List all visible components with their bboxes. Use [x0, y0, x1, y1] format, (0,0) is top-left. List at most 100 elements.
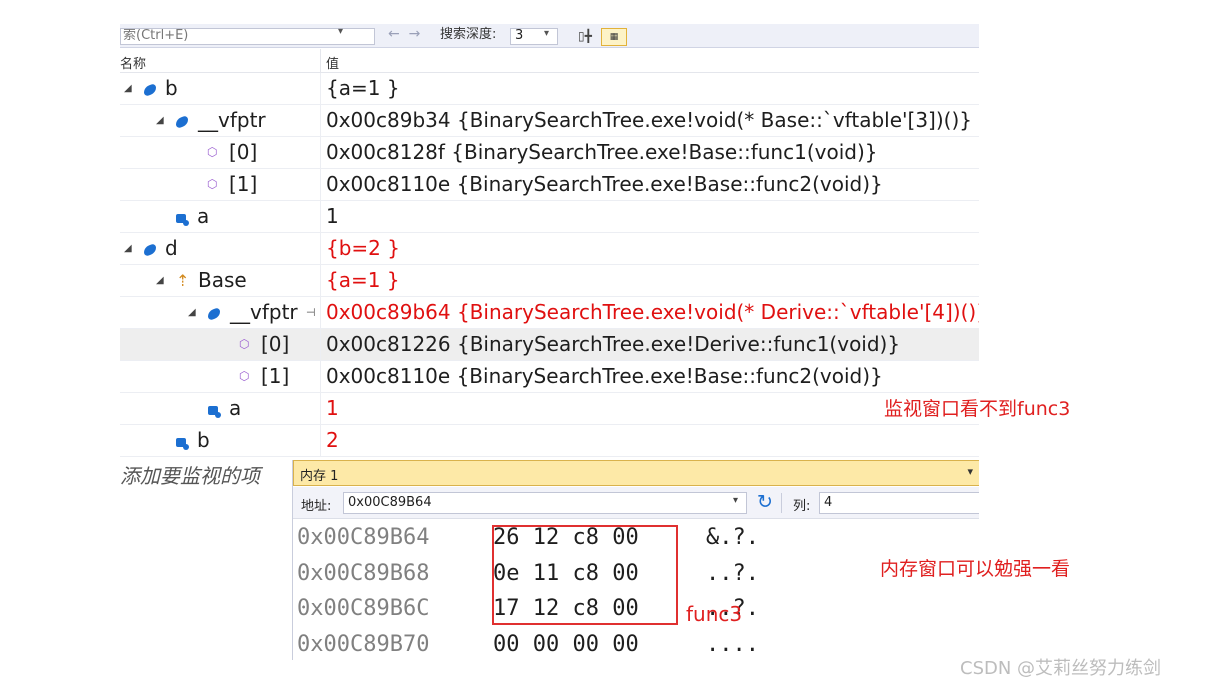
memory-ascii[interactable]: ....	[706, 627, 759, 660]
variable-name: b	[197, 428, 210, 452]
search-input[interactable]: 索(Ctrl+E)	[120, 28, 375, 45]
address-input[interactable]: 0x00C89B64	[343, 492, 747, 514]
value-cell[interactable]: 1	[320, 201, 979, 232]
watch-row[interactable]: ◢ b {a=1 }	[120, 73, 979, 105]
search-depth-label: 搜索深度:	[440, 27, 497, 42]
value-cell[interactable]: 0x00c8110e {BinarySearchTree.exe!Base::f…	[320, 169, 979, 200]
field-icon	[176, 425, 189, 456]
name-cell: ⬡ [0]	[120, 329, 320, 360]
variable-name: b	[165, 76, 178, 100]
search-dropdown-icon[interactable]: ▾	[338, 26, 343, 37]
member-cube-icon: ⬡	[239, 337, 250, 351]
search-depth-input[interactable]: 3	[510, 28, 558, 45]
search-depth-dropdown-icon[interactable]: ▾	[544, 28, 549, 39]
object-icon	[144, 73, 156, 104]
view-toggle-icon[interactable]: ▦	[601, 28, 627, 46]
expand-triangle-icon[interactable]: ◢	[156, 265, 164, 296]
value-cell[interactable]: 0x00c8128f {BinarySearchTree.exe!Base::f…	[320, 137, 979, 168]
variable-name: __vfptr	[198, 108, 266, 132]
expand-triangle-icon[interactable]: ◢	[124, 73, 132, 104]
name-cell: ◢ __vfptr ⊣	[120, 297, 320, 328]
variable-name: a	[229, 396, 242, 420]
vtable-bytes-highlight-box	[492, 525, 678, 625]
watch-row[interactable]: b 2	[120, 425, 979, 457]
object-icon	[208, 297, 220, 328]
member-cube-icon: ⬡	[207, 177, 218, 191]
variable-name: [1]	[229, 172, 258, 196]
memory-title: 内存 1	[300, 469, 339, 484]
address-label: 地址:	[301, 499, 332, 514]
object-icon	[176, 105, 188, 136]
value-cell[interactable]: 0x00c8110e {BinarySearchTree.exe!Base::f…	[320, 361, 979, 392]
value-cell[interactable]: {b=2 }	[320, 233, 979, 264]
value-cell[interactable]: {a=1 }	[320, 73, 979, 104]
column-value-header[interactable]: 值	[326, 53, 339, 72]
search-nav-arrows-icon[interactable]: ← →	[388, 26, 420, 42]
variable-name: [1]	[261, 364, 290, 388]
object-icon	[144, 233, 156, 264]
func3-annotation: func3	[686, 602, 743, 626]
value-cell[interactable]: 0x00c89b34 {BinarySearchTree.exe!void(* …	[320, 105, 979, 136]
memory-address: 0x00C89B68	[297, 561, 430, 586]
watch-window: 索(Ctrl+E) ▾ ← → 搜索深度: 3 ▾ ▯╋ ▦ 名称 值 ◢ b …	[120, 24, 979, 458]
name-cell: ⬡ [1]	[120, 169, 320, 200]
watch-row[interactable]: a 1	[120, 393, 979, 425]
refresh-icon[interactable]: ↻	[757, 491, 773, 513]
watch-column-header: 名称 值	[120, 49, 979, 73]
watch-row[interactable]: ◢ ⇡ Base {a=1 }	[120, 265, 979, 297]
watch-row[interactable]: ◢ __vfptr ⊣ 0x00c89b64 {BinarySearchTree…	[120, 297, 979, 329]
pin-icon[interactable]: ⊣	[306, 297, 316, 328]
address-dropdown-icon[interactable]: ▾	[733, 495, 738, 506]
name-cell: ◢ d	[120, 233, 320, 264]
name-cell: a	[120, 201, 320, 232]
value-cell[interactable]: 2	[320, 425, 979, 456]
value-cell[interactable]: 0x00c81226 {BinarySearchTree.exe!Derive:…	[320, 329, 979, 360]
member-cube-icon: ⬡	[239, 369, 250, 383]
expand-triangle-icon[interactable]: ◢	[156, 105, 164, 136]
memory-title-bar[interactable]: 内存 1 ▾	[293, 460, 979, 486]
pin-columns-icon[interactable]: ▯╋	[578, 29, 592, 43]
memory-address: 0x00C89B6C	[297, 596, 430, 621]
watch-rows: ◢ b {a=1 } ◢ __vfptr 0x00c89b34 {BinaryS…	[120, 73, 979, 457]
watch-row[interactable]: ◢ __vfptr 0x00c89b34 {BinarySearchTree.e…	[120, 105, 979, 137]
name-cell: ◢ ⇡ Base	[120, 265, 320, 296]
column-label: 列:	[793, 499, 811, 514]
value-cell[interactable]: {a=1 }	[320, 265, 979, 296]
variable-name: a	[197, 204, 210, 228]
name-cell: a	[120, 393, 320, 424]
add-watch-prompt[interactable]: 添加要监视的项	[120, 460, 260, 489]
value-cell[interactable]: 0x00c89b64 {BinarySearchTree.exe!void(* …	[320, 297, 979, 328]
watch-row[interactable]: ⬡ [0] 0x00c8128f {BinarySearchTree.exe!B…	[120, 137, 979, 169]
column-name-header[interactable]: 名称	[120, 53, 146, 72]
memory-bytes[interactable]: 00 00 00 00	[493, 627, 639, 660]
member-cube-icon: ⬡	[207, 145, 218, 159]
name-cell: ◢ b	[120, 73, 320, 104]
field-icon	[176, 201, 189, 232]
expand-triangle-icon[interactable]: ◢	[188, 297, 196, 328]
watch-row[interactable]: ◢ d {b=2 }	[120, 233, 979, 265]
memory-ascii[interactable]: &.?.	[706, 520, 759, 555]
name-cell: ⬡ [1]	[120, 361, 320, 392]
memory-address-bar: 地址: 0x00C89B64 ▾ ↻ 列: 4	[293, 487, 979, 519]
column-divider[interactable]	[320, 49, 321, 73]
expand-triangle-icon[interactable]: ◢	[124, 233, 132, 264]
column-count-input[interactable]: 4	[819, 492, 979, 514]
watch-row[interactable]: ⬡ [1] 0x00c8110e {BinarySearchTree.exe!B…	[120, 361, 979, 393]
watch-window-annotation: 监视窗口看不到func3	[884, 398, 1071, 420]
base-class-icon: ⇡	[176, 271, 190, 290]
memory-address: 0x00C89B70	[297, 632, 430, 657]
name-cell: b	[120, 425, 320, 456]
memory-address: 0x00C89B64	[297, 525, 430, 550]
memory-window-annotation: 内存窗口可以勉强一看	[880, 558, 1071, 580]
variable-name: __vfptr	[230, 300, 298, 324]
value-cell[interactable]: 1	[320, 393, 979, 424]
variable-name: [0]	[229, 140, 258, 164]
watch-toolbar: 索(Ctrl+E) ▾ ← → 搜索深度: 3 ▾ ▯╋ ▦	[120, 24, 979, 48]
variable-name: [0]	[261, 332, 290, 356]
watch-row[interactable]: ⬡ [1] 0x00c8110e {BinarySearchTree.exe!B…	[120, 169, 979, 201]
name-cell: ⬡ [0]	[120, 137, 320, 168]
window-menu-dropdown-icon[interactable]: ▾	[967, 465, 973, 478]
memory-ascii[interactable]: ..?.	[706, 556, 759, 591]
watch-row[interactable]: a 1	[120, 201, 979, 233]
watch-row[interactable]: ⬡ [0] 0x00c81226 {BinarySearchTree.exe!D…	[120, 329, 979, 361]
